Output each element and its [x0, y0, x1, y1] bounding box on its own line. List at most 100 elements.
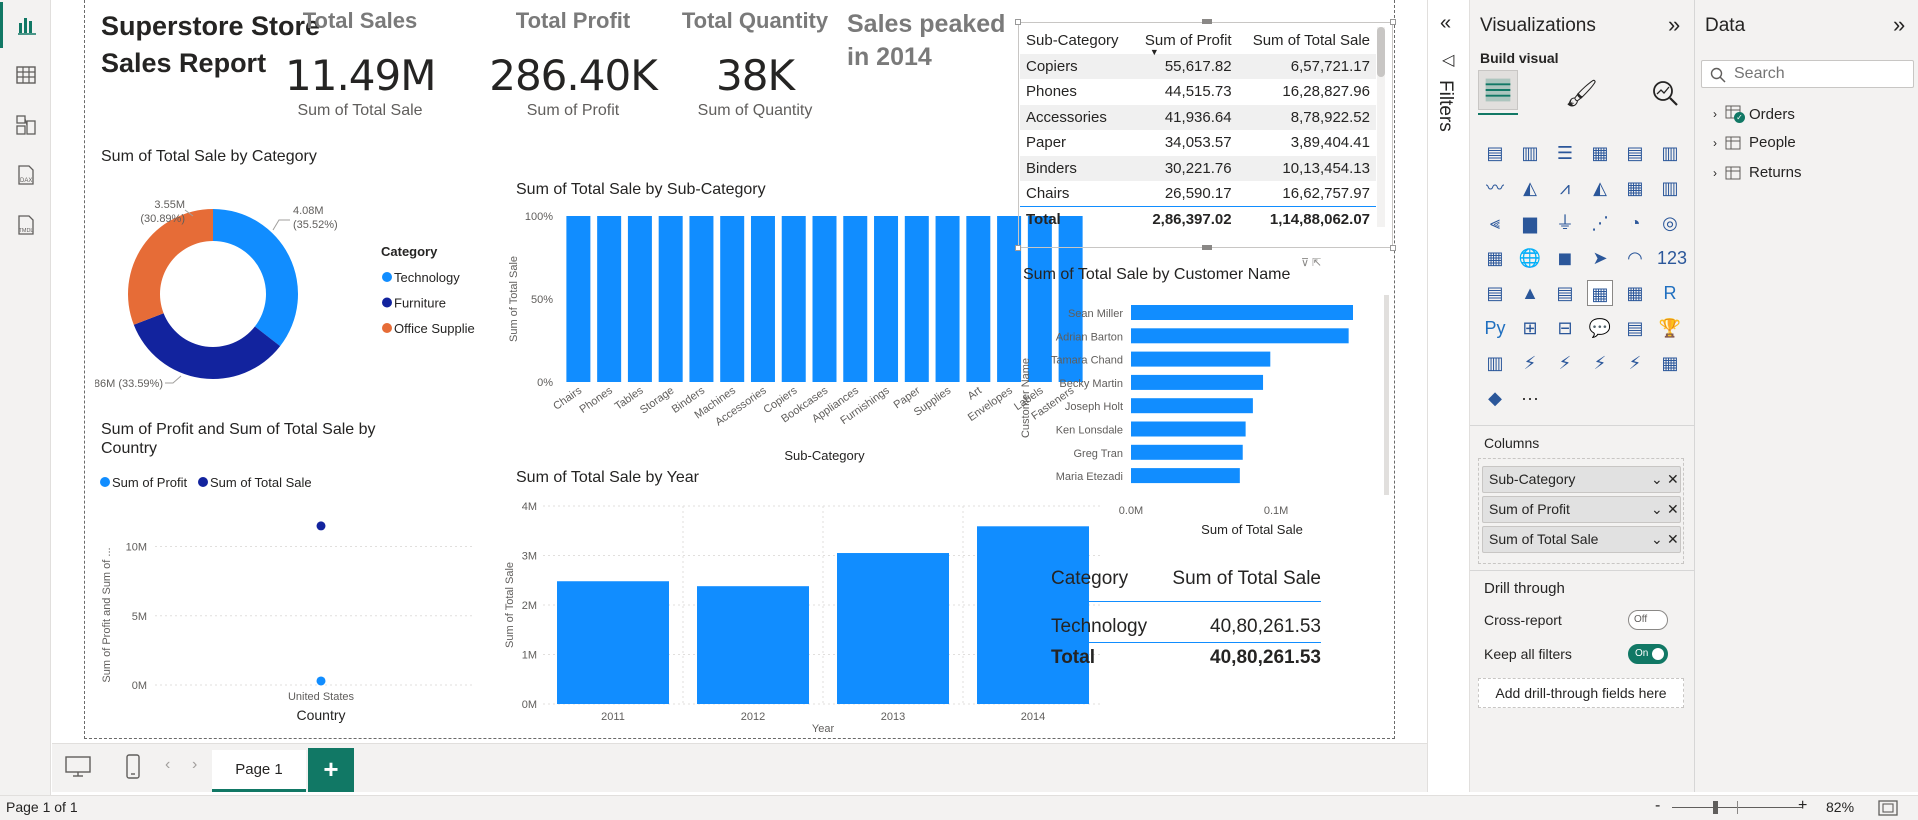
more-visuals-icon[interactable]: ···	[1517, 385, 1543, 411]
legend-item[interactable]: Office Supplies	[394, 321, 475, 336]
zoom-slider-thumb[interactable]	[1713, 801, 1718, 814]
100-stacked-area-visual-icon[interactable]: ◭	[1587, 175, 1613, 201]
column-header[interactable]: Sub-Category	[1020, 28, 1132, 54]
bar-year-2012[interactable]	[697, 586, 809, 704]
waterfall-visual-icon[interactable]: ▆	[1517, 210, 1543, 236]
filled-map-visual-icon[interactable]: ◼	[1552, 245, 1578, 271]
expand-filters-icon[interactable]: «	[1440, 12, 1451, 35]
filters-pane[interactable]: « ◁ Filters	[1427, 0, 1469, 792]
keep-all-filters-toggle[interactable]: On	[1628, 644, 1668, 664]
mobile-layout-icon[interactable]	[125, 754, 141, 780]
zoom-out-button[interactable]: -	[1655, 797, 1660, 815]
legend-item[interactable]: Sum of Profit	[112, 475, 188, 490]
pie-visual-icon[interactable]: ◔	[1622, 210, 1648, 236]
table-scrollbar-thumb[interactable]	[1377, 27, 1385, 77]
bar-customer[interactable]	[1131, 328, 1349, 344]
tab-page-1[interactable]: Page 1	[212, 750, 306, 792]
ribbon-visual-icon[interactable]: ⫷	[1482, 210, 1508, 236]
qa-visual-icon[interactable]: 💬	[1587, 315, 1613, 341]
table-people[interactable]: › People	[1713, 134, 1796, 151]
donut-chart[interactable]: 4.08M (35.52%) 3.55M (30.89%) 3.86M (33.59%)…	[95, 178, 475, 403]
map-visual-icon[interactable]: 🌐	[1517, 245, 1543, 271]
table-row[interactable]: Copiers 55,617.82 6,57,721.17	[1020, 53, 1376, 79]
scatter-chart[interactable]: Sum of Profit Sum of Total Sale 10M 5M 0M Uni…	[95, 465, 495, 730]
copilot-visual-icon[interactable]: ◆	[1482, 385, 1508, 411]
column-header-sorted[interactable]: Sum of Profit ▼	[1132, 28, 1238, 57]
bar-art[interactable]	[966, 216, 991, 382]
table-row[interactable]: Binders 30,221.76 10,13,454.13	[1020, 155, 1376, 181]
legend-item[interactable]: Technology	[394, 270, 460, 285]
bar-supplies[interactable]	[935, 216, 960, 382]
python-visual-visual-icon[interactable]: Py	[1482, 315, 1508, 341]
narrative-visual-icon[interactable]: ⚡	[1552, 350, 1578, 376]
funnel-visual-icon[interactable]: ⏚	[1552, 210, 1578, 236]
field-well-sum-of-profit[interactable]: Sum of Profit ⌄ ✕	[1482, 496, 1681, 523]
bar-year-2013[interactable]	[837, 553, 949, 704]
analytics-tab[interactable]	[1650, 78, 1680, 113]
table-visual-icon[interactable]: ▦	[1587, 280, 1613, 306]
category-table[interactable]: Category Sum of Total Sale Technology 40…	[1051, 568, 1321, 669]
insight-text-box[interactable]: Sales peaked in 2014	[847, 8, 1005, 74]
customer-bar-chart[interactable]: Sean Miller Adrian Barton Tamara Chand Beck…	[1019, 290, 1391, 546]
chevron-down-icon[interactable]: ⌄	[1651, 467, 1663, 492]
bar-customer[interactable]	[1131, 305, 1353, 320]
bar-customer[interactable]	[1131, 398, 1253, 414]
legend-item[interactable]: Furniture	[394, 296, 446, 311]
r-visual-visual-icon[interactable]: R	[1657, 280, 1683, 306]
power-automate-visual-icon[interactable]: ⚡	[1517, 350, 1543, 376]
bar-year-2011[interactable]	[557, 581, 669, 704]
kpi-card-total-quantity[interactable]: Total Quantity 38K Sum of Quantity	[665, 8, 845, 133]
report-view-button[interactable]	[0, 2, 51, 48]
search-input[interactable]	[1734, 64, 1904, 84]
kpi-visual-icon[interactable]: ▲	[1517, 280, 1543, 306]
field-well-sum-of-total-sale[interactable]: Sum of Total Sale ⌄ ✕	[1482, 526, 1681, 553]
chevron-down-icon[interactable]: ⌄	[1651, 497, 1663, 522]
field-well-sub-category[interactable]: Sub-Category ⌄ ✕	[1482, 466, 1681, 493]
zoom-level[interactable]: 82%	[1826, 799, 1854, 815]
scorecard-visual-icon[interactable]: ⚡	[1622, 350, 1648, 376]
bar-furnishings[interactable]	[874, 216, 899, 382]
table-view-button[interactable]	[0, 52, 51, 98]
cross-report-toggle[interactable]: Off	[1628, 610, 1668, 630]
line-clustered-column-visual-icon[interactable]: ▥	[1657, 175, 1683, 201]
area-visual-icon[interactable]: ◭	[1517, 175, 1543, 201]
subcategory-table-visual[interactable]: Sub-Category Sum of Profit ▼ Sum of Total…	[1015, 19, 1396, 251]
table-scrollbar[interactable]	[1377, 27, 1385, 227]
desktop-layout-icon[interactable]	[65, 756, 91, 778]
zoom-in-button[interactable]: +	[1798, 797, 1807, 815]
collapse-data-icon[interactable]: »	[1893, 12, 1905, 38]
paginated-report-visual-icon[interactable]: 🏆	[1657, 315, 1683, 341]
scatter-visual-icon[interactable]: ⋰	[1587, 210, 1613, 236]
subcategory-bar-chart[interactable]: 100%50%0%Sum of Total SaleChairsPhonesTa…	[503, 204, 1093, 466]
metrics-visual-icon[interactable]: ⚡	[1587, 350, 1613, 376]
table-orders[interactable]: › ✓ Orders	[1713, 104, 1795, 124]
bar-customer[interactable]	[1131, 444, 1243, 460]
bar-accessories[interactable]	[750, 216, 775, 382]
decomposition-tree-visual-icon[interactable]: ⊟	[1552, 315, 1578, 341]
arcgis-visual-icon[interactable]: ▦	[1657, 350, 1683, 376]
remove-field-icon[interactable]: ✕	[1667, 467, 1679, 492]
bar-bookcases[interactable]	[812, 216, 837, 382]
visual-header-icons[interactable]: ⊽ ⇱	[1301, 256, 1321, 269]
100-stacked-bar-visual-icon[interactable]: ▤	[1622, 140, 1648, 166]
point-sum-of-profit[interactable]	[316, 676, 326, 686]
kpi-card-total-profit[interactable]: Total Profit 286.40K Sum of Profit	[489, 8, 658, 133]
remove-field-icon[interactable]: ✕	[1667, 527, 1679, 552]
column-header[interactable]: Category	[1051, 568, 1128, 601]
gauge-visual-icon[interactable]: ◠	[1622, 245, 1648, 271]
bar-customer[interactable]	[1131, 374, 1264, 390]
fit-to-page-icon[interactable]	[1878, 800, 1898, 816]
bar-copiers[interactable]	[781, 216, 806, 382]
chevron-down-icon[interactable]: ⌄	[1651, 527, 1663, 552]
power-apps-visual-icon[interactable]: ▥	[1482, 350, 1508, 376]
bar-appliances[interactable]	[843, 216, 868, 382]
format-visual-tab[interactable]: 🖌	[1565, 78, 1598, 109]
bar-paper[interactable]	[904, 216, 929, 382]
column-header[interactable]: Sum of Total Sale	[1172, 568, 1321, 601]
resize-handle[interactable]	[1202, 19, 1212, 24]
column-header[interactable]: Sum of Total Sale	[1238, 28, 1376, 54]
bar-tables[interactable]	[627, 216, 652, 382]
donut-slice-technology[interactable]	[213, 209, 298, 347]
drill-through-fields-well[interactable]: Add drill-through fields here	[1478, 678, 1684, 708]
table-row[interactable]: Paper 34,053.57 3,89,404.41	[1020, 130, 1376, 156]
